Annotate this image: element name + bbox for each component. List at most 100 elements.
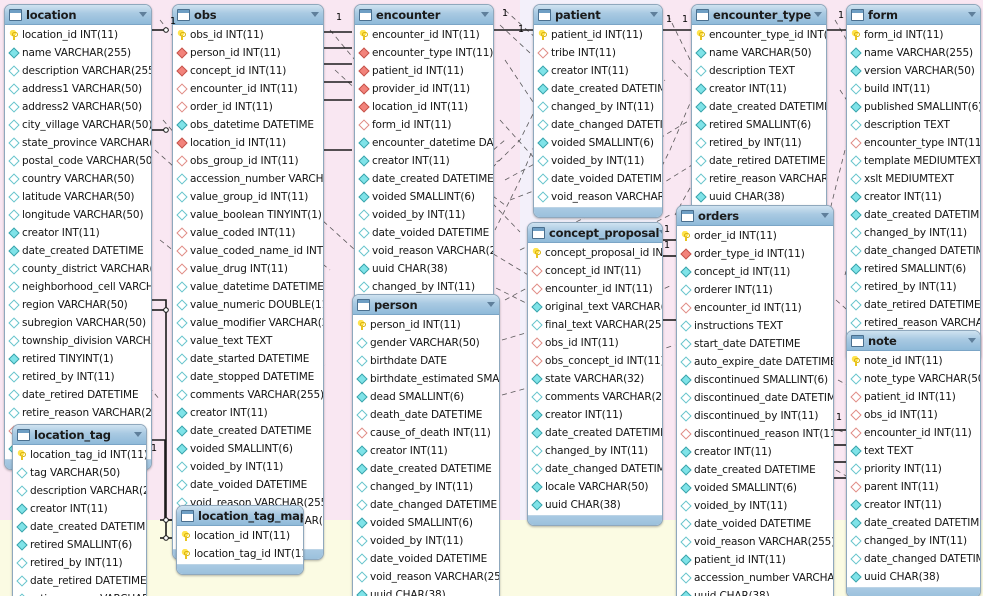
column-row[interactable]: birthdate_estimated SMALLINT(6) [353,370,499,388]
column-row[interactable]: obs_id INT(11) [173,26,323,44]
column-row[interactable]: creator INT(11) [692,80,826,98]
column-row[interactable]: final_text VARCHAR(255) [528,316,662,334]
column-row[interactable]: order_type_id INT(11) [677,245,833,263]
column-row[interactable]: encounter_type INT(11) [355,44,493,62]
column-row[interactable]: date_voided DATETIME [353,550,499,568]
column-row[interactable]: voided SMALLINT(6) [534,134,662,152]
column-row[interactable]: dead SMALLINT(6) [353,388,499,406]
column-row[interactable]: county_district VARCHAR(50) [5,260,151,278]
column-row[interactable]: uuid CHAR(38) [677,587,833,596]
column-row[interactable]: location_id INT(11) [355,98,493,116]
column-row[interactable]: provider_id INT(11) [355,80,493,98]
column-row[interactable]: obs_group_id INT(11) [173,152,323,170]
table-location[interactable]: location location_id INT(11) name VARCHAR(… [4,4,152,470]
column-row[interactable]: creator INT(11) [13,500,146,518]
table-header-note[interactable]: note [847,331,980,351]
column-row[interactable]: value_drug INT(11) [173,260,323,278]
column-row[interactable]: patient_id INT(11) [847,388,980,406]
column-row[interactable]: obs_concept_id INT(11) [528,352,662,370]
column-row[interactable]: void_reason VARCHAR(255) [355,242,493,260]
column-row[interactable]: date_created DATETIME [847,514,980,532]
column-row[interactable]: value_text TEXT [173,332,323,350]
column-row[interactable]: note_type VARCHAR(50) [847,370,980,388]
column-row[interactable]: voided SMALLINT(6) [355,188,493,206]
column-row[interactable]: city_village VARCHAR(50) [5,116,151,134]
column-row[interactable]: date_changed DATETIME [534,116,662,134]
column-row[interactable]: accession_number VARCHAR(255) [173,170,323,188]
column-row[interactable]: creator INT(11) [5,224,151,242]
column-row[interactable]: voided SMALLINT(6) [677,479,833,497]
column-row[interactable]: date_voided DATETIME [677,515,833,533]
chevron-down-icon[interactable] [968,338,976,343]
column-row[interactable]: cause_of_death INT(11) [353,424,499,442]
column-row[interactable]: location_id INT(11) [5,26,151,44]
table-encounter[interactable]: encounter encounter_id INT(11) encounter_t… [354,4,494,326]
column-row[interactable]: encounter_id INT(11) [528,280,662,298]
column-row[interactable]: retired TINYINT(1) [5,350,151,368]
column-row[interactable]: value_modifier VARCHAR(2) [173,314,323,332]
column-row[interactable]: concept_proposal_id INT(11) [528,244,662,262]
column-row[interactable]: text TEXT [847,442,980,460]
column-row[interactable]: latitude VARCHAR(50) [5,188,151,206]
column-row[interactable]: uuid CHAR(38) [692,188,826,206]
table-concept_proposal[interactable]: concept_proposal concept_proposal_id INT(… [527,222,663,526]
column-row[interactable]: retired_by INT(11) [13,554,146,572]
column-row[interactable]: obs_id INT(11) [528,334,662,352]
column-row[interactable]: state VARCHAR(32) [528,370,662,388]
column-row[interactable]: accession_number VARCHAR(255) [677,569,833,587]
chevron-down-icon[interactable] [134,432,142,437]
column-row[interactable]: location_tag_id INT(11) [13,446,146,464]
column-row[interactable]: date_voided DATETIME [173,476,323,494]
chevron-down-icon[interactable] [311,12,319,17]
column-row[interactable]: date_changed DATETIME [353,496,499,514]
chevron-down-icon[interactable] [650,12,658,17]
column-row[interactable]: uuid CHAR(38) [528,496,662,514]
column-row[interactable]: date_retired DATETIME [847,296,980,314]
column-row[interactable]: patient_id INT(11) [677,551,833,569]
column-row[interactable]: template MEDIUMTEXT [847,152,980,170]
table-note[interactable]: note note_id INT(11) note_type VARCHAR(50)… [846,330,981,596]
column-row[interactable]: description VARCHAR(255) [13,482,146,500]
column-row[interactable]: location_id INT(11) [173,134,323,152]
column-row[interactable]: changed_by INT(11) [528,442,662,460]
column-row[interactable]: comments VARCHAR(255) [173,386,323,404]
column-row[interactable]: creator INT(11) [847,188,980,206]
column-row[interactable]: name VARCHAR(255) [847,44,980,62]
column-row[interactable]: order_id INT(11) [677,227,833,245]
column-row[interactable]: uuid CHAR(38) [353,586,499,596]
column-row[interactable]: auto_expire_date DATETIME [677,353,833,371]
column-row[interactable]: date_created DATETIME [13,518,146,536]
chevron-down-icon[interactable] [659,230,662,235]
column-row[interactable]: discontinued_by INT(11) [677,407,833,425]
column-row[interactable]: encounter_id INT(11) [173,80,323,98]
column-row[interactable]: value_coded_name_id INT(11) [173,242,323,260]
table-person[interactable]: person person_id INT(11) gender VARCHAR(50… [352,294,500,596]
column-row[interactable]: order_id INT(11) [173,98,323,116]
column-row[interactable]: date_changed DATETIME [528,460,662,478]
column-row[interactable]: voided_by INT(11) [355,206,493,224]
table-header-encounter_type[interactable]: encounter_type [692,5,826,25]
column-row[interactable]: uuid CHAR(38) [847,568,980,586]
column-row[interactable]: birthdate DATE [353,352,499,370]
chevron-down-icon[interactable] [814,12,822,17]
column-row[interactable]: retired SMALLINT(6) [692,116,826,134]
column-row[interactable]: gender VARCHAR(50) [353,334,499,352]
column-row[interactable]: person_id INT(11) [173,44,323,62]
column-row[interactable]: description TEXT [847,116,980,134]
column-row[interactable]: voided_by INT(11) [353,532,499,550]
column-row[interactable]: build INT(11) [847,80,980,98]
column-row[interactable]: encounter_id INT(11) [847,424,980,442]
table-patient[interactable]: patient patient_id INT(11) tribe INT(11) cr… [533,4,663,218]
column-row[interactable]: date_created DATETIME [692,98,826,116]
column-row[interactable]: date_changed DATETIME [847,550,980,568]
column-row[interactable]: location_id INT(11) [177,527,303,545]
table-header-form[interactable]: form [847,5,980,25]
column-row[interactable]: name VARCHAR(255) [5,44,151,62]
column-row[interactable]: voided_by INT(11) [677,497,833,515]
column-row[interactable]: name VARCHAR(50) [692,44,826,62]
table-orders[interactable]: orders order_id INT(11) order_type_id INT(… [676,205,834,596]
column-row[interactable]: priority INT(11) [847,460,980,478]
column-row[interactable]: value_group_id INT(11) [173,188,323,206]
chevron-down-icon[interactable] [487,302,495,307]
column-row[interactable]: subregion VARCHAR(50) [5,314,151,332]
